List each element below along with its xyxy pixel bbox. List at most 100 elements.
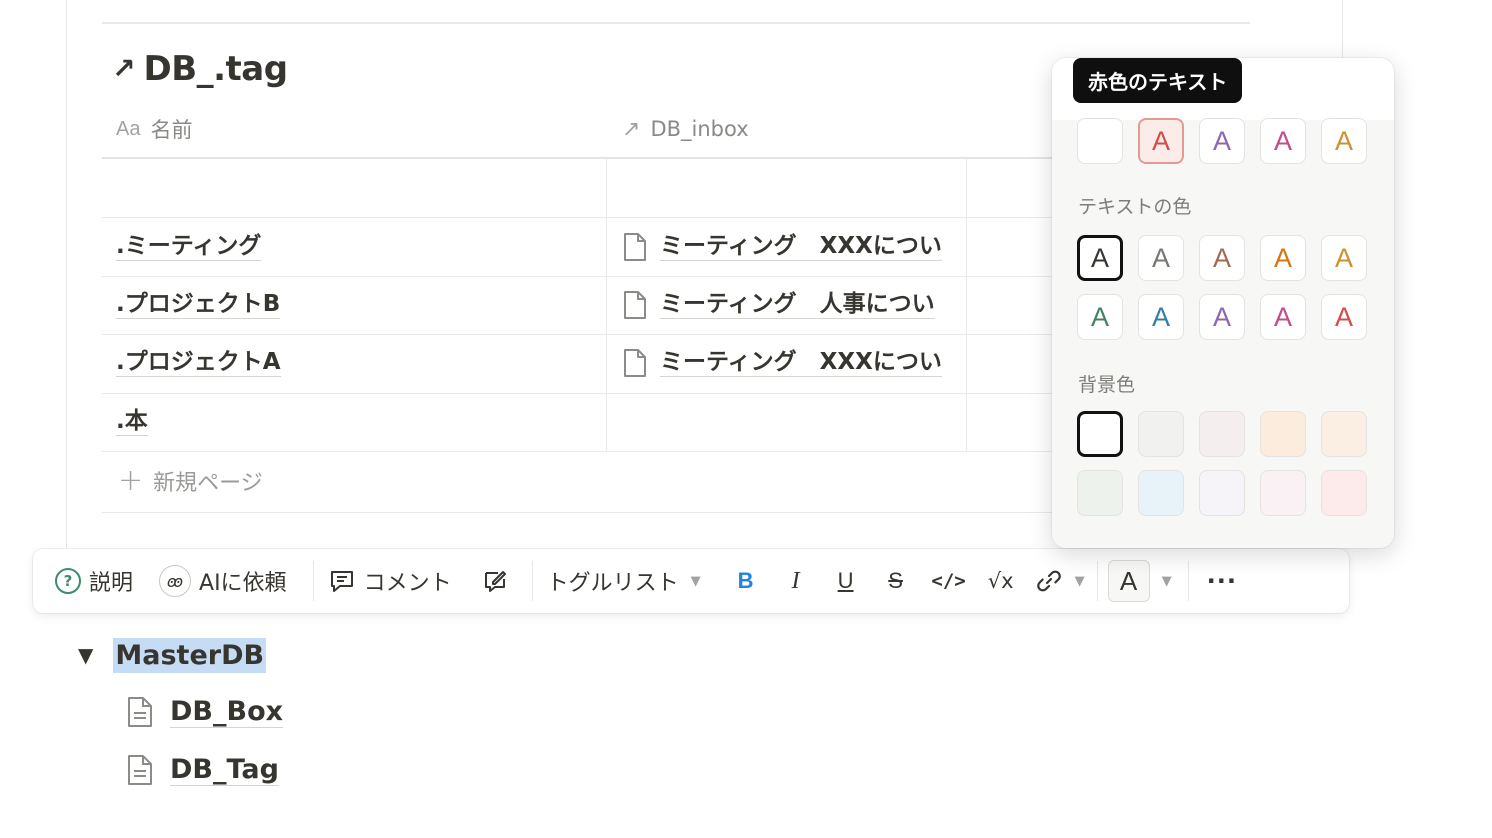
row-divider xyxy=(102,451,1102,452)
tooltip: 赤色のテキスト xyxy=(1073,58,1243,103)
background-color-purple[interactable] xyxy=(1199,470,1245,516)
toggle-label-selected[interactable]: MasterDB xyxy=(113,637,267,673)
database-title-text: DB_.tag xyxy=(143,49,288,89)
underline-icon: U xyxy=(837,568,854,593)
table-cell-name[interactable]: .ミーティング xyxy=(116,218,262,276)
row-name[interactable]: .ミーティング xyxy=(116,233,262,261)
link-dropdown[interactable]: ▼ xyxy=(1035,561,1085,601)
page-link-db-tag[interactable]: DB_Tag xyxy=(126,748,279,792)
new-page-label: 新規ページ xyxy=(153,471,263,496)
background-color-default[interactable] xyxy=(1077,411,1123,457)
text-color-purple[interactable]: A xyxy=(1199,294,1245,340)
column-header-label: DB_inbox xyxy=(650,117,749,141)
color-glyph: A xyxy=(1151,242,1170,273)
text-color-orange[interactable]: A xyxy=(1260,235,1306,281)
text-color-dropdown[interactable]: A ▼ xyxy=(1107,560,1172,602)
toggle-block[interactable]: ▼ MasterDB xyxy=(78,634,267,676)
math-button[interactable]: √x xyxy=(981,564,1021,598)
background-color-orange[interactable] xyxy=(1260,411,1306,457)
color-glyph: A xyxy=(1273,301,1292,332)
background-color-blue[interactable] xyxy=(1138,470,1184,516)
chevron-down-icon: ▼ xyxy=(690,573,701,589)
block-type-label: トグルリスト xyxy=(546,571,679,596)
database-title[interactable]: ↗ DB_.tag xyxy=(112,46,288,92)
color-glyph: A xyxy=(1273,125,1292,156)
color-glyph: A xyxy=(1212,125,1231,156)
table-cell-relation[interactable] xyxy=(622,393,967,451)
text-color-section-label: テキストの色 xyxy=(1078,196,1192,218)
chevron-down-icon: ▼ xyxy=(1161,573,1172,589)
recent-color-empty[interactable] xyxy=(1077,118,1123,164)
background-color-brown[interactable] xyxy=(1199,411,1245,457)
text-color-yellow[interactable]: A xyxy=(1321,235,1367,281)
toolbar-separator xyxy=(1096,561,1098,601)
column-header-label: 名前 xyxy=(150,118,193,142)
explain-button[interactable]: ? 説明 xyxy=(55,561,133,601)
italic-button[interactable]: I xyxy=(779,564,813,598)
background-color-section-label: 背景色 xyxy=(1078,374,1136,396)
table-cell-name[interactable]: .本 xyxy=(116,393,148,451)
column-divider xyxy=(606,158,607,452)
ask-ai-button[interactable]: ꙭ AIに依頼 xyxy=(159,561,287,601)
background-color-pink[interactable] xyxy=(1260,470,1306,516)
table-cell-relation[interactable]: ミーティング XXXについ xyxy=(622,334,967,392)
new-page-button[interactable]: + 新規ページ xyxy=(118,456,263,506)
comment-button[interactable]: コメント xyxy=(328,561,452,601)
chevron-down-icon: ▼ xyxy=(1074,573,1085,589)
triangle-down-icon[interactable]: ▼ xyxy=(78,643,93,667)
page-link-db-box[interactable]: DB_Box xyxy=(126,690,284,734)
relation-link[interactable]: ミーティング 人事につい xyxy=(660,291,935,319)
block-type-dropdown[interactable]: トグルリスト ▼ xyxy=(547,561,701,601)
color-glyph: A xyxy=(1090,301,1109,332)
text-color-green[interactable]: A xyxy=(1077,294,1123,340)
code-icon: </> xyxy=(931,570,966,592)
row-divider xyxy=(102,512,1102,513)
suggest-edit-icon[interactable] xyxy=(478,564,512,598)
background-color-gray[interactable] xyxy=(1138,411,1184,457)
italic-icon: I xyxy=(791,567,800,594)
page-border-left xyxy=(66,0,67,548)
column-header-db-inbox[interactable]: ↗ DB_inbox xyxy=(622,100,749,158)
divider xyxy=(102,22,1250,24)
recent-color-red-text[interactable]: A xyxy=(1138,118,1184,164)
recent-color-pink-text[interactable]: A xyxy=(1260,118,1306,164)
more-options-icon[interactable]: ··· xyxy=(1207,567,1237,595)
text-color-red[interactable]: A xyxy=(1321,294,1367,340)
text-color-gray[interactable]: A xyxy=(1138,235,1184,281)
column-header-name[interactable]: Aa 名前 xyxy=(116,100,192,158)
text-color-brown[interactable]: A xyxy=(1199,235,1245,281)
row-name[interactable]: .本 xyxy=(116,408,148,436)
background-color-red[interactable] xyxy=(1321,470,1367,516)
color-glyph: A xyxy=(1090,242,1109,273)
table-cell-relation[interactable]: ミーティング 人事につい xyxy=(622,276,967,334)
strikethrough-button[interactable]: S xyxy=(879,564,913,598)
text-color-default[interactable]: A xyxy=(1077,235,1123,281)
code-button[interactable]: </> xyxy=(929,564,969,598)
toolbar-separator xyxy=(1187,561,1189,601)
table-cell-name[interactable]: .プロジェクトB xyxy=(116,276,281,334)
text-color-pink[interactable]: A xyxy=(1260,294,1306,340)
plus-icon: + xyxy=(118,463,144,498)
row-name[interactable]: .プロジェクトB xyxy=(116,291,281,319)
relation-link[interactable]: ミーティング XXXについ xyxy=(660,233,942,261)
speech-bubble-icon xyxy=(330,571,353,592)
bold-button[interactable]: B xyxy=(729,564,763,598)
recent-color-purple-text[interactable]: A xyxy=(1199,118,1245,164)
relation-link[interactable]: ミーティング XXXについ xyxy=(660,349,942,377)
background-color-yellow[interactable] xyxy=(1321,411,1367,457)
color-glyph: A xyxy=(1334,125,1353,156)
underline-button[interactable]: U xyxy=(829,564,863,598)
ai-face-icon: ꙭ xyxy=(159,565,192,597)
row-name[interactable]: .プロジェクトA xyxy=(116,349,281,377)
relation-property-icon: ↗ xyxy=(622,116,641,142)
table-cell-name[interactable]: .プロジェクトA xyxy=(116,334,281,392)
page-link-label: DB_Tag xyxy=(170,753,279,787)
explain-label: 説明 xyxy=(89,571,134,596)
background-color-green[interactable] xyxy=(1077,470,1123,516)
page-icon xyxy=(128,697,152,727)
recent-color-yellow-text[interactable]: A xyxy=(1321,118,1367,164)
text-color-blue[interactable]: A xyxy=(1138,294,1184,340)
question-circle-icon: ? xyxy=(55,568,81,594)
page-icon xyxy=(624,233,646,261)
table-cell-relation[interactable]: ミーティング XXXについ xyxy=(622,218,967,276)
